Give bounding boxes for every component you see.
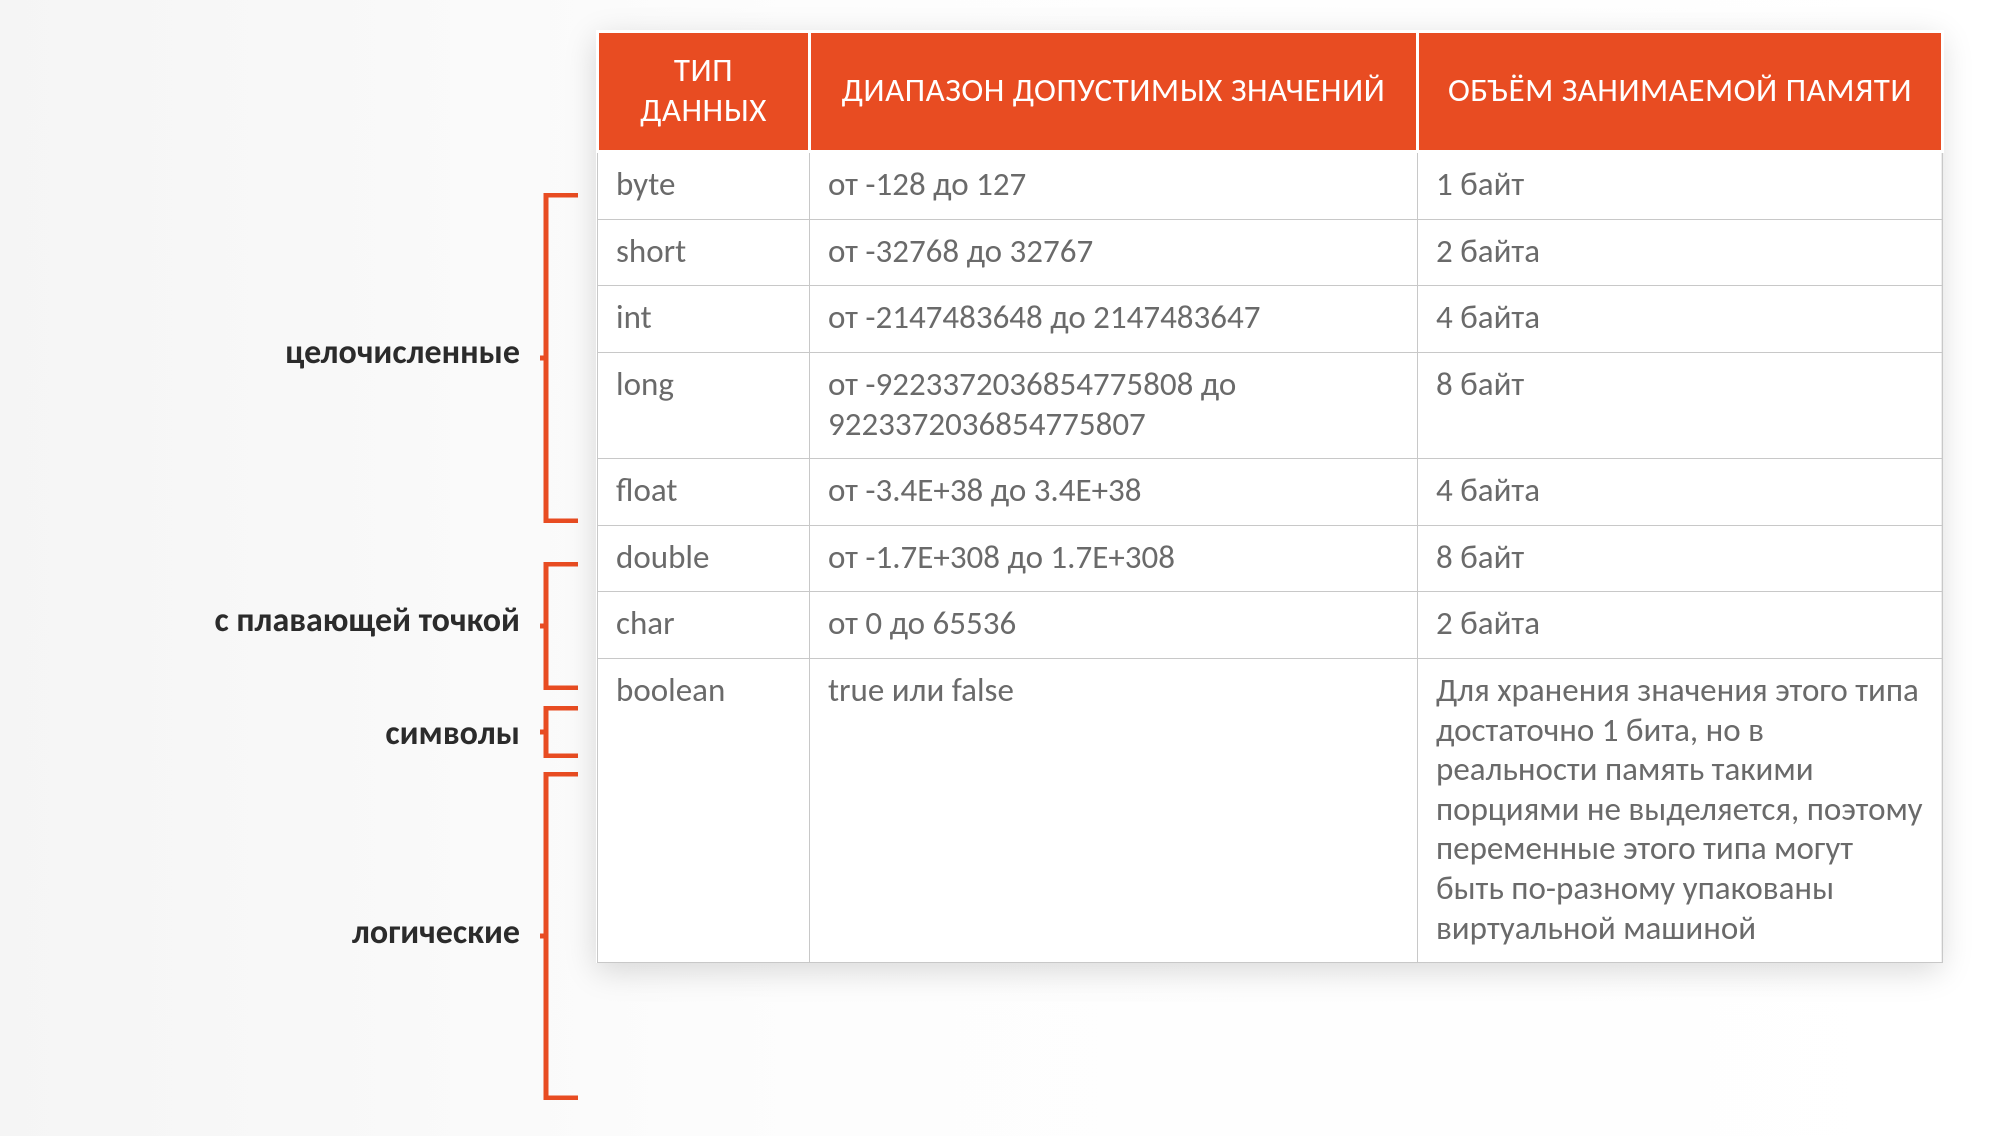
cell-range: от -2147483648 до 2147483647 — [810, 286, 1418, 353]
bracket-icon — [538, 706, 586, 763]
data-types-table: ТИП ДАННЫХ ДИАПАЗОН ДОПУСТИМЫХ ЗНАЧЕНИЙ … — [596, 30, 1944, 963]
cell-type: byte — [598, 152, 810, 220]
table-row: long от -9223372036854775808 до 92233720… — [598, 352, 1943, 458]
cell-range: true или false — [810, 658, 1418, 962]
category-label-floating: с плавающей точкой — [40, 600, 520, 641]
cell-range: от -32768 до 32767 — [810, 219, 1418, 286]
cell-memory: 2 байта — [1418, 219, 1943, 286]
table-header-row: ТИП ДАННЫХ ДИАПАЗОН ДОПУСТИМЫХ ЗНАЧЕНИЙ … — [598, 32, 1943, 152]
table-row: int от -2147483648 до 2147483647 4 байта — [598, 286, 1943, 353]
category-label-chars: символы — [40, 713, 520, 754]
bracket-icon — [538, 193, 586, 528]
table-row: double от -1.7E+308 до 1.7E+308 8 байт — [598, 525, 1943, 592]
table-row: byte от -128 до 127 1 байт — [598, 152, 1943, 220]
table-row: char от 0 до 65536 2 байта — [598, 592, 1943, 659]
category-label-logical: логические — [40, 912, 520, 953]
bracket-icon — [538, 772, 586, 1105]
slide-canvas: целочисленные с плавающей точкой символы… — [0, 0, 2003, 1136]
cell-type: boolean — [598, 658, 810, 962]
cell-memory: 8 байт — [1418, 525, 1943, 592]
col-header-memory: ОБЪЁМ ЗАНИМАЕМОЙ ПАМЯТИ — [1418, 32, 1943, 152]
cell-type: float — [598, 459, 810, 526]
bracket-icon — [538, 562, 586, 695]
table-row: float от -3.4E+38 до 3.4E+38 4 байта — [598, 459, 1943, 526]
cell-range: от -128 до 127 — [810, 152, 1418, 220]
cell-range: от -1.7E+308 до 1.7E+308 — [810, 525, 1418, 592]
cell-range: от 0 до 65536 — [810, 592, 1418, 659]
col-header-range: ДИАПАЗОН ДОПУСТИМЫХ ЗНАЧЕНИЙ — [810, 32, 1418, 152]
cell-memory: 4 байта — [1418, 459, 1943, 526]
cell-type: double — [598, 525, 810, 592]
cell-type: int — [598, 286, 810, 353]
cell-memory: 8 байт — [1418, 352, 1943, 458]
cell-memory: Для хранения значения этого типа достато… — [1418, 658, 1943, 962]
cell-memory: 4 байта — [1418, 286, 1943, 353]
cell-type: long — [598, 352, 810, 458]
table-row: short от -32768 до 32767 2 байта — [598, 219, 1943, 286]
col-header-type: ТИП ДАННЫХ — [598, 32, 810, 152]
category-label-integers: целочисленные — [40, 332, 520, 373]
cell-memory: 1 байт — [1418, 152, 1943, 220]
cell-range: от -3.4E+38 до 3.4E+38 — [810, 459, 1418, 526]
data-types-card: ТИП ДАННЫХ ДИАПАЗОН ДОПУСТИМЫХ ЗНАЧЕНИЙ … — [596, 30, 1941, 963]
table-row: boolean true или false Для хранения знач… — [598, 658, 1943, 962]
cell-type: short — [598, 219, 810, 286]
cell-type: char — [598, 592, 810, 659]
cell-range: от -9223372036854775808 до 9223372036854… — [810, 352, 1418, 458]
cell-memory: 2 байта — [1418, 592, 1943, 659]
